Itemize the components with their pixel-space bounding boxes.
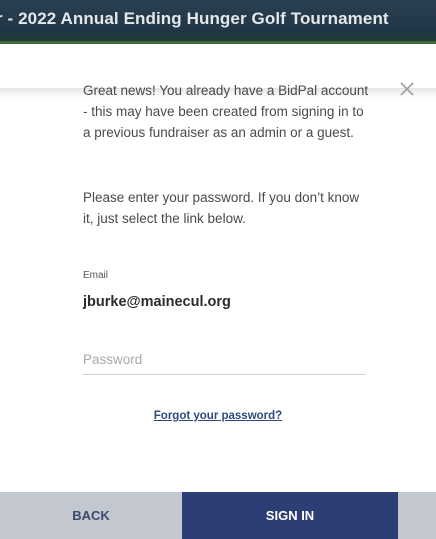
close-button[interactable] bbox=[396, 78, 418, 100]
sign-in-dialog: Great news! You already have a BidPal ac… bbox=[0, 44, 436, 539]
event-banner: r - 2022 Annual Ending Hunger Golf Tourn… bbox=[0, 0, 436, 44]
sign-in-button[interactable]: SIGN IN bbox=[182, 492, 398, 539]
email-value: jburke@mainecul.org bbox=[83, 294, 231, 310]
event-title: r - 2022 Annual Ending Hunger Golf Tourn… bbox=[0, 9, 389, 28]
email-label: Email bbox=[83, 270, 109, 281]
back-button[interactable]: BACK bbox=[0, 492, 182, 539]
close-icon bbox=[400, 82, 414, 96]
footer-spacer bbox=[398, 492, 436, 539]
password-input[interactable] bbox=[83, 344, 366, 375]
account-exists-message: Great news! You already have a BidPal ac… bbox=[83, 83, 369, 140]
forgot-password-link[interactable]: Forgot your password? bbox=[0, 410, 436, 422]
dialog-footer: BACK SIGN IN bbox=[0, 492, 436, 539]
password-instructions: Please enter your password. If you don’t… bbox=[83, 190, 360, 226]
